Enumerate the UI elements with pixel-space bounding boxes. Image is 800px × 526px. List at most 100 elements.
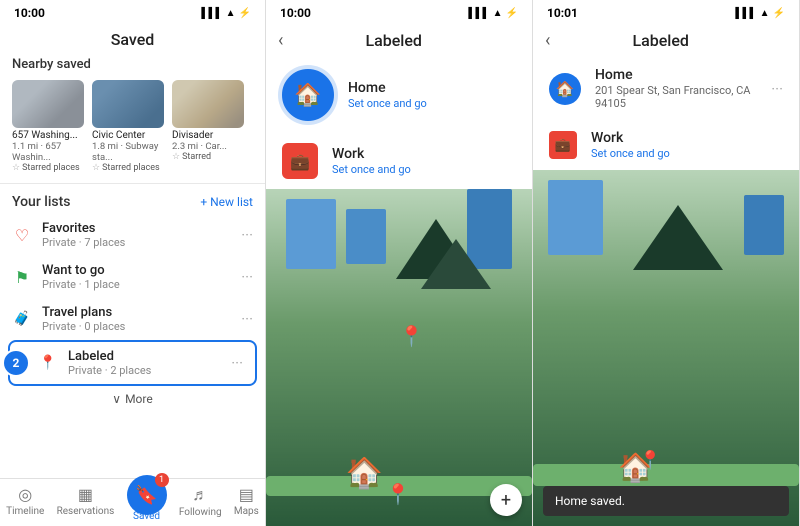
- map-pin-2: 📍: [386, 482, 411, 506]
- nearby-card-0[interactable]: 657 Washing... 1.1 mi · 657 Washin... ☆ …: [12, 80, 84, 173]
- work-action-3[interactable]: Set once and go: [591, 147, 783, 160]
- travel-icon: 🧳: [12, 309, 32, 329]
- tab-following[interactable]: ♬ Following: [173, 483, 228, 524]
- screen3-title: Labeled: [558, 31, 763, 50]
- work-icon-3: 💼: [549, 131, 577, 159]
- map-pin-3: 📍: [639, 450, 661, 471]
- list-item-travel[interactable]: 🧳 Travel plans Private · 0 places ···: [0, 298, 265, 340]
- labeled-work-item-3[interactable]: 💼 Work Set once and go: [533, 120, 799, 170]
- labeled-more-button[interactable]: ···: [231, 354, 243, 372]
- home-icon-3: 🏠: [549, 73, 581, 105]
- nearby-card-2[interactable]: Divisader 2.3 mi · Car... ☆ Starred: [172, 80, 244, 173]
- map-house: 🏠: [346, 456, 383, 491]
- maps-icon: ▤: [239, 485, 254, 504]
- labeled-icon: 📍: [38, 353, 58, 373]
- wifi-icon-2: ▲: [493, 8, 503, 19]
- travel-sub: Private · 0 places: [42, 320, 231, 333]
- battery-icon: ⚡: [239, 8, 251, 19]
- favorites-sub: Private · 7 places: [42, 236, 231, 249]
- work-name: Work: [332, 146, 516, 162]
- more-button[interactable]: ∨ More: [0, 386, 265, 412]
- signal-icon-2: ▌▌▌: [468, 8, 489, 19]
- back-button-3[interactable]: ‹: [545, 30, 550, 51]
- screen2-phone: 10:00 ▌▌▌ ▲ ⚡ ‹ Labeled 🏠 Home Set once …: [266, 0, 533, 526]
- wantgo-name: Want to go: [42, 263, 231, 278]
- tabs-row: ◎ Timeline ▦ Reservations 🔖 1 Saved ♬ Fo…: [0, 479, 265, 526]
- nearby-card-tag-0: ☆ Starred places: [12, 163, 84, 173]
- building-3b: [744, 195, 784, 255]
- saved-badge: 1: [155, 473, 169, 487]
- labeled-work-item[interactable]: 💼 Work Set once and go: [266, 133, 532, 189]
- battery-icon-2: ⚡: [506, 8, 518, 19]
- building-2: [346, 209, 386, 264]
- building-3a: [548, 180, 603, 255]
- nearby-card-tag-1: ☆ Starred places: [92, 163, 164, 173]
- labeled-home-item[interactable]: 🏠 Home Set once and go: [266, 57, 532, 133]
- favorites-icon: ♡: [12, 225, 32, 245]
- nearby-card-img-2: [172, 80, 244, 128]
- work-info-3: Work Set once and go: [591, 130, 783, 160]
- map-plus-button[interactable]: +: [490, 484, 522, 516]
- back-button-2[interactable]: ‹: [278, 30, 283, 51]
- labeled-badge: 2: [2, 349, 30, 377]
- time-3: 10:01: [547, 6, 578, 20]
- map-pin-1: 📍: [399, 324, 424, 348]
- wantgo-sub: Private · 1 place: [42, 278, 231, 291]
- list-item-labeled[interactable]: 2 📍 Labeled Private · 2 places ···: [8, 340, 257, 386]
- map-area-3: 🏠 📍 Home saved.: [533, 170, 799, 526]
- tab-saved[interactable]: 🔖 1 Saved: [121, 473, 173, 524]
- star-icon-0: ☆: [12, 163, 20, 173]
- wantgo-icon: ⚑: [12, 267, 32, 287]
- work-action[interactable]: Set once and go: [332, 163, 516, 176]
- work-info: Work Set once and go: [332, 146, 516, 176]
- building-1: [286, 199, 336, 269]
- wifi-icon-3: ▲: [760, 8, 770, 19]
- mountain-2: [421, 239, 491, 289]
- status-icons-2: ▌▌▌ ▲ ⚡: [468, 8, 518, 19]
- tab-reservations-label: Reservations: [57, 506, 115, 517]
- tab-timeline-label: Timeline: [6, 506, 44, 517]
- status-bar-2: 10:00 ▌▌▌ ▲ ⚡: [266, 0, 532, 22]
- map-area-2: 🏠 📍 📍 +: [266, 189, 532, 526]
- screen3-header: ‹ Labeled: [533, 22, 799, 57]
- nearby-card-name-1: Civic Center: [92, 130, 164, 141]
- travel-more-button[interactable]: ···: [241, 310, 253, 328]
- wantgo-more-button[interactable]: ···: [241, 268, 253, 286]
- reservations-icon: ▦: [78, 485, 93, 504]
- saved-icon: 🔖: [135, 485, 157, 506]
- following-icon: ♬: [192, 485, 208, 505]
- nearby-card-dist-2: 2.3 mi · Car...: [172, 141, 244, 152]
- nearby-saved-heading: Nearby saved: [0, 53, 265, 76]
- list-item-wantgo[interactable]: ⚑ Want to go Private · 1 place ···: [0, 256, 265, 298]
- labeled-sub: Private · 2 places: [68, 364, 221, 377]
- lists-header: Your lists + New list: [0, 188, 265, 214]
- new-list-button[interactable]: + New list: [200, 195, 253, 209]
- travel-name: Travel plans: [42, 305, 231, 320]
- nearby-card-1[interactable]: Civic Center 1.8 mi · Subway sta... ☆ St…: [92, 80, 164, 173]
- wantgo-info: Want to go Private · 1 place: [42, 263, 231, 291]
- work-name-3: Work: [591, 130, 783, 146]
- status-bar-1: 10:00 ▌▌▌ ▲ ⚡: [0, 0, 265, 22]
- signal-icon-3: ▌▌▌: [735, 8, 756, 19]
- battery-icon-3: ⚡: [773, 8, 785, 19]
- screen1-phone: 10:00 ▌▌▌ ▲ ⚡ Saved Nearby saved 657 Was…: [0, 0, 266, 526]
- nearby-card-dist-0: 1.1 mi · 657 Washin...: [12, 141, 84, 163]
- home-more-button-3[interactable]: ···: [771, 80, 783, 98]
- bottom-tabs: ◎ Timeline ▦ Reservations 🔖 1 Saved ♬ Fo…: [0, 478, 265, 526]
- screen2-header: ‹ Labeled: [266, 22, 532, 57]
- nearby-scroll-area: 657 Washing... 1.1 mi · 657 Washin... ☆ …: [0, 76, 265, 179]
- labeled-home-item-3[interactable]: 🏠 Home 201 Spear St, San Francisco, CA 9…: [533, 57, 799, 120]
- wifi-icon: ▲: [226, 8, 236, 19]
- nearby-card-name-2: Divisader: [172, 130, 244, 141]
- tab-timeline[interactable]: ◎ Timeline: [0, 483, 50, 524]
- tab-maps[interactable]: ▤ Maps: [228, 483, 265, 524]
- road-3: [533, 464, 799, 486]
- tab-reservations[interactable]: ▦ Reservations: [51, 483, 121, 524]
- home-action[interactable]: Set once and go: [348, 97, 516, 110]
- star-icon-2: ☆: [172, 152, 180, 162]
- favorites-more-button[interactable]: ···: [241, 226, 253, 244]
- status-bar-3: 10:01 ▌▌▌ ▲ ⚡: [533, 0, 799, 22]
- list-item-favorites[interactable]: ♡ Favorites Private · 7 places ···: [0, 214, 265, 256]
- toast-text: Home saved.: [555, 494, 625, 508]
- lists-title: Your lists: [12, 194, 70, 210]
